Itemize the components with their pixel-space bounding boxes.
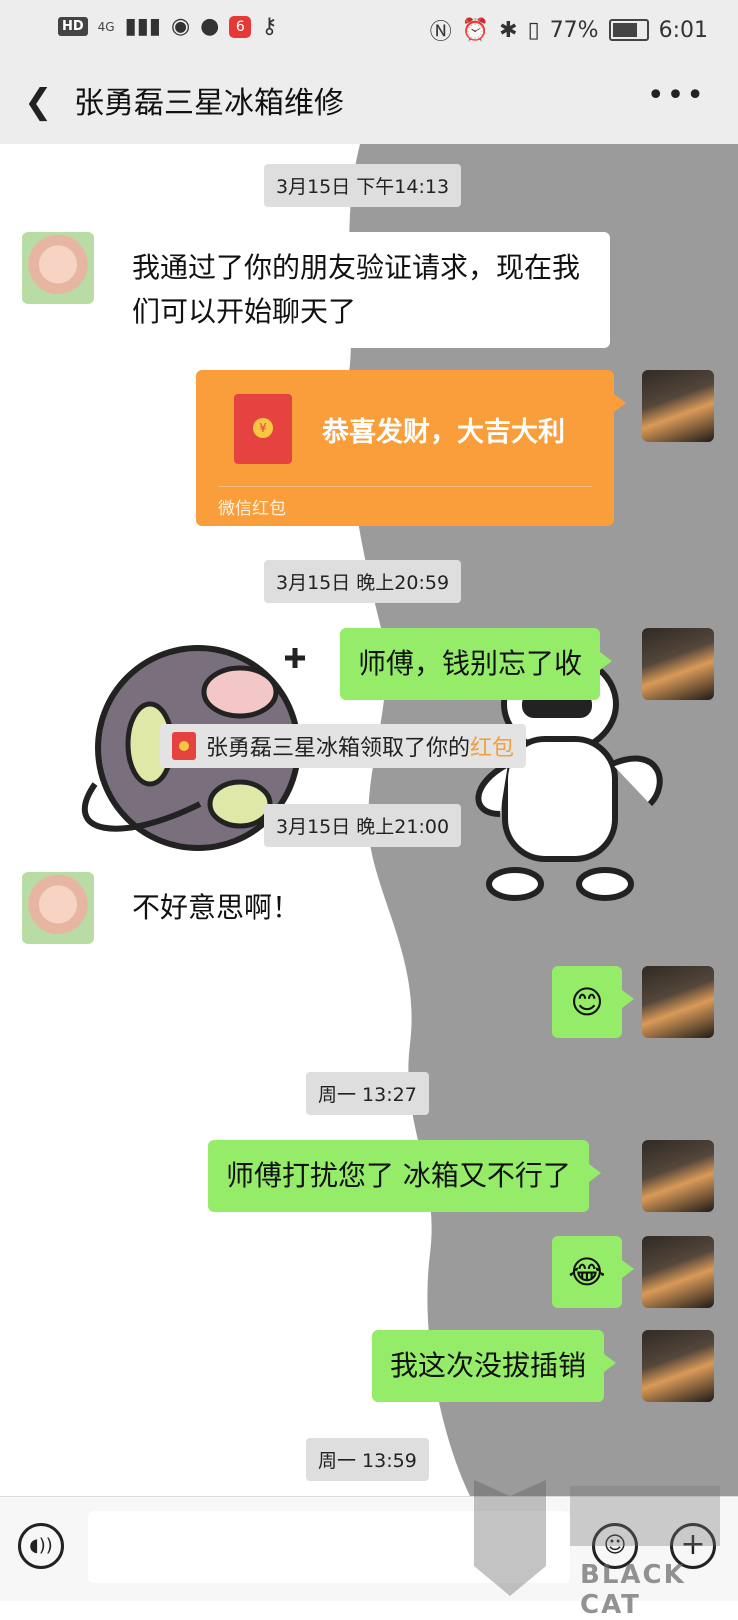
chat-header: ❮ 张勇磊三星冰箱维修 ••• [0, 56, 738, 144]
red-packet-message[interactable]: ¥ 恭喜发财，大吉大利 微信红包 [196, 370, 626, 526]
red-packet-received-notice: 张勇磊三星冰箱领取了你的 红包 [160, 724, 527, 768]
red-packet-label: 微信红包 [218, 499, 286, 519]
vibrate-icon: ▯ [527, 17, 540, 43]
contact-avatar[interactable] [22, 872, 94, 944]
back-chevron-icon[interactable]: ❮ [24, 82, 53, 122]
alarm-icon: ⏰ [461, 17, 490, 43]
message-bubble-incoming[interactable]: 不好意思啊！ [114, 872, 318, 944]
notice-text: 张勇磊三星冰箱领取了你的 [206, 736, 471, 761]
battery-percent: 77% [549, 17, 599, 43]
message-bubble-outgoing[interactable]: 师傅打扰您了 冰箱又不行了 [208, 1140, 601, 1212]
signal-icon: ▮▮▮ [124, 14, 161, 39]
timestamp-5: 周一 13:59 [306, 1438, 429, 1481]
app-badge-icon: 6 [229, 15, 252, 38]
nfc-icon: Ⓝ [429, 20, 452, 45]
timestamp-2: 3月15日 晚上20:59 [264, 560, 462, 603]
timestamp-1: 3月15日 下午14:13 [264, 164, 462, 207]
red-packet-divider [218, 486, 592, 487]
voice-icon[interactable]: ◖)) [18, 1523, 64, 1569]
key-icon: ⚷ [261, 14, 278, 39]
emoji-message-laugh[interactable]: 😂 [552, 1236, 634, 1308]
red-packet-small-icon [172, 732, 196, 760]
my-avatar[interactable] [642, 628, 714, 700]
message-bubble-outgoing[interactable]: 我这次没拔插销 [372, 1330, 617, 1402]
status-left: HD 4G ▮▮▮ ◉ ● 6 ⚷ [58, 14, 277, 39]
my-avatar[interactable] [642, 1140, 714, 1212]
message-bubble-outgoing[interactable]: 师傅，钱别忘了收 [340, 628, 613, 700]
message-bubble-incoming[interactable]: 我通过了你的朋友验证请求，现在我们可以开始聊天了 [102, 232, 610, 348]
hd-badge: HD [58, 17, 88, 36]
battery-icon [608, 19, 649, 41]
chat-title: 张勇磊三星冰箱维修 [74, 86, 344, 121]
status-right: Ⓝ ⏰ ✱ ▯ 77% 6:01 [430, 14, 708, 46]
emoji-message-smile[interactable]: 😊 [552, 966, 634, 1038]
my-avatar[interactable] [642, 370, 714, 442]
contact-avatar[interactable] [22, 232, 94, 304]
watermark-text: BLACK CAT [580, 1560, 686, 1620]
my-avatar[interactable] [642, 1236, 714, 1308]
red-packet-icon: ¥ [234, 394, 292, 464]
red-packet-link[interactable]: 红包 [470, 730, 514, 762]
bluetooth-icon: ✱ [499, 17, 518, 43]
clock: 6:01 [658, 17, 708, 43]
my-avatar[interactable] [642, 966, 714, 1038]
status-bar: HD 4G ▮▮▮ ◉ ● 6 ⚷ Ⓝ ⏰ ✱ ▯ 77% 6:01 [0, 0, 738, 56]
more-dots-icon[interactable]: ••• [647, 78, 706, 113]
timestamp-3: 3月15日 晚上21:00 [264, 804, 462, 847]
timestamp-4: 周一 13:27 [306, 1072, 429, 1115]
eye-icon: ◉ [170, 14, 191, 39]
message-icon: ● [200, 14, 220, 39]
network-label: 4G [97, 19, 115, 34]
red-packet-title: 恭喜发财，大吉大利 [322, 417, 565, 448]
my-avatar[interactable] [642, 1330, 714, 1402]
chat-area[interactable]: 3月15日 下午14:13 我通过了你的朋友验证请求，现在我们可以开始聊天了 ¥… [0, 144, 738, 1496]
